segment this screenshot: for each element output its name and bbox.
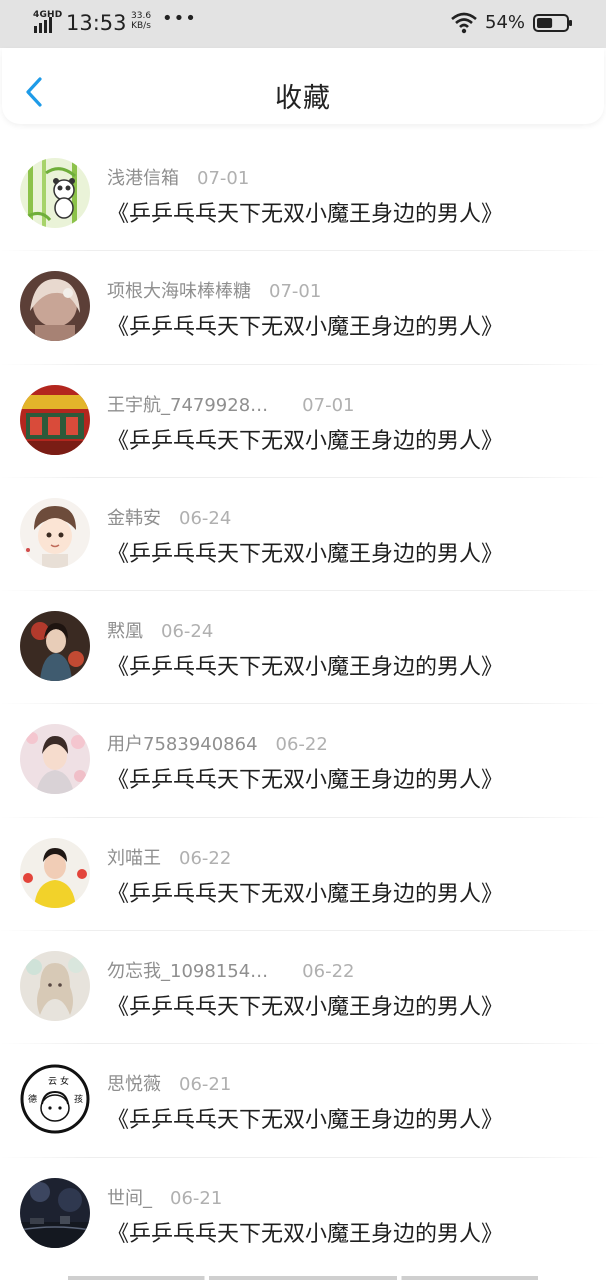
item-username[interactable]: 刘喵王	[107, 848, 161, 869]
item-username[interactable]: 浅港信箱	[107, 168, 179, 189]
item-date: 06-21	[170, 1187, 223, 1209]
network-speed: 33.6 KB/s	[131, 11, 151, 31]
item-meta: 黙凰 06-24	[107, 617, 213, 643]
item-meta: 项根大海味棒棒糖 07-01	[107, 277, 321, 303]
list-item[interactable]: 王宇航_7479928… 07-01 《乒乒乓乓天下无双小魔王身边的男人》	[0, 365, 606, 478]
item-meta: 勿忘我_1098154… 06-22	[107, 957, 354, 983]
list-item[interactable]: 浅港信箱 07-01 《乒乒乓乓天下无双小魔王身边的男人》	[0, 138, 606, 252]
list-item[interactable]: 项根大海味棒棒糖 07-01 《乒乒乓乓天下无双小魔王身边的男人》	[0, 251, 606, 365]
item-date: 07-01	[197, 168, 250, 189]
bottom-scroll-strip	[68, 1276, 538, 1280]
list-item[interactable]: 世间_ 06-21 《乒乒乓乓天下无双小魔王身边的男人》	[0, 1158, 606, 1271]
item-title[interactable]: 《乒乒乓乓天下无双小魔王身边的男人》	[107, 536, 503, 568]
item-title[interactable]: 《乒乒乓乓天下无双小魔王身边的男人》	[107, 423, 503, 455]
item-username[interactable]: 世间_	[107, 1188, 152, 1209]
avatar-badge-char: 女	[60, 1075, 69, 1087]
item-meta: 用户7583940864 06-22	[107, 730, 328, 756]
avatar[interactable]	[20, 724, 90, 795]
list-item[interactable]: 用户7583940864 06-22 《乒乒乓乓天下无双小魔王身边的男人》	[0, 704, 606, 818]
item-meta: 世间_ 06-21	[107, 1184, 222, 1210]
list-item[interactable]: 勿忘我_1098154… 06-22 《乒乒乓乓天下无双小魔王身边的男人》	[0, 931, 606, 1045]
item-meta: 浅港信箱 07-01	[107, 164, 249, 190]
item-date: 07-01	[302, 394, 355, 416]
battery-percentage: 54%	[485, 12, 526, 33]
avatar[interactable]	[20, 271, 90, 342]
item-username[interactable]: 项根大海味棒棒糖	[107, 281, 251, 302]
avatar[interactable]	[20, 951, 90, 1022]
page-title: 收藏	[275, 83, 331, 114]
item-title[interactable]: 《乒乒乓乓天下无双小魔王身边的男人》	[107, 1102, 503, 1134]
wifi-icon	[451, 12, 477, 34]
avatar-badge-char: 孩	[74, 1093, 83, 1105]
avatar[interactable]	[20, 611, 90, 682]
item-meta: 思悦薇 06-21	[107, 1070, 231, 1096]
item-title[interactable]: 《乒乒乓乓天下无双小魔王身边的男人》	[107, 196, 503, 228]
list-item[interactable]: 刘喵王 06-22 《乒乒乓乓天下无双小魔王身边的男人》	[0, 818, 606, 932]
item-username[interactable]: 王宇航_7479928…	[107, 395, 268, 416]
item-title[interactable]: 《乒乒乓乓天下无双小魔王身边的男人》	[107, 309, 503, 341]
signal-icon	[34, 17, 52, 33]
item-title[interactable]: 《乒乒乓乓天下无双小魔王身边的男人》	[107, 762, 503, 794]
avatar-badge-char: 云	[48, 1077, 57, 1087]
item-username[interactable]: 用户7583940864	[107, 734, 258, 755]
avatar[interactable]	[20, 1177, 90, 1248]
list-item[interactable]: 云 女 德 孩 思悦薇 06-21 《乒乒乓乓天下无双小魔王身边的男人》	[0, 1044, 606, 1158]
avatar[interactable]	[20, 158, 90, 228]
item-title[interactable]: 《乒乒乓乓天下无双小魔王身边的男人》	[107, 989, 503, 1021]
item-username[interactable]: 思悦薇	[107, 1074, 161, 1095]
item-date: 06-21	[179, 1074, 232, 1096]
item-date: 06-22	[302, 961, 355, 983]
list-item[interactable]: 黙凰 06-24 《乒乒乓乓天下无双小魔王身边的男人》	[0, 591, 606, 705]
item-title[interactable]: 《乒乒乓乓天下无双小魔王身边的男人》	[107, 876, 503, 908]
item-date: 07-01	[269, 281, 322, 303]
battery-icon	[533, 14, 572, 32]
item-username[interactable]: 黙凰	[107, 621, 143, 642]
item-title[interactable]: 《乒乒乓乓天下无双小魔王身边的男人》	[107, 649, 503, 681]
favorites-list: 浅港信箱 07-01 《乒乒乓乓天下无双小魔王身边的男人》 项根大海味棒棒糖 07-…	[0, 138, 606, 1271]
more-notifications-icon: •••	[162, 8, 197, 29]
network-speed-unit: KB/s	[131, 21, 151, 31]
avatar[interactable]	[20, 384, 90, 455]
item-date: 06-22	[275, 734, 328, 756]
avatar[interactable]: 云 女 德 孩	[20, 1064, 90, 1135]
item-meta: 王宇航_7479928… 07-01	[107, 391, 354, 417]
item-meta: 金韩安 06-24	[107, 504, 231, 530]
item-meta: 刘喵王 06-22	[107, 844, 231, 870]
item-title[interactable]: 《乒乒乓乓天下无双小魔王身边的男人》	[107, 1216, 503, 1248]
status-bar: 4GHD 13:53 33.6 KB/s ••• 54%	[0, 0, 606, 48]
avatar-badge-char: 德	[28, 1093, 37, 1105]
item-date: 06-24	[161, 621, 214, 643]
item-date: 06-24	[179, 507, 232, 529]
list-item[interactable]: 金韩安 06-24 《乒乒乓乓天下无双小魔王身边的男人》	[0, 478, 606, 592]
item-username[interactable]: 勿忘我_1098154…	[107, 961, 268, 982]
nav-header: 收藏	[2, 48, 604, 124]
status-time: 13:53	[66, 11, 127, 35]
avatar[interactable]	[20, 497, 90, 568]
item-date: 06-22	[179, 847, 232, 869]
avatar[interactable]	[20, 837, 90, 908]
network-speed-value: 33.6	[131, 11, 152, 21]
item-username[interactable]: 金韩安	[107, 508, 161, 529]
